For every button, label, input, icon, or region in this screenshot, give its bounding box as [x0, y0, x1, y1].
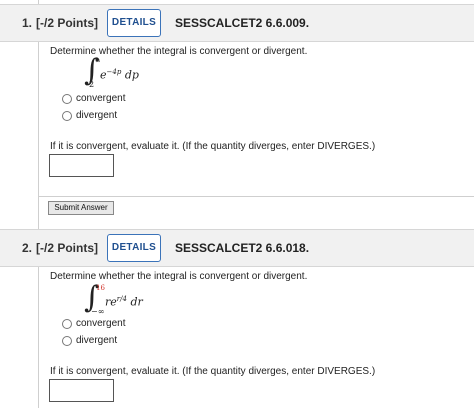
question-2-points: [-/2 Points] [36, 241, 98, 255]
integrand-exponent: −4p [106, 68, 122, 76]
page-left-border [38, 0, 39, 408]
submit-answer-button[interactable]: Submit Answer [48, 201, 114, 215]
lower-limit: 2 [89, 80, 95, 89]
question-1-header: 1. [-/2 Points] DETAILS SESSCALCET2 6.6.… [0, 4, 474, 42]
question-1-points: [-/2 Points] [36, 16, 98, 30]
radio-button[interactable] [62, 319, 72, 329]
integrand-base: re [105, 295, 117, 309]
upper-limit: ∞ [95, 57, 101, 65]
section-divider [38, 196, 474, 197]
option-label: convergent [76, 93, 126, 104]
question-2-answer-input[interactable] [49, 379, 114, 402]
question-2-integral: ∫ 16 −∞ rer/4 dr [84, 283, 174, 319]
lower-limit: −∞ [91, 307, 105, 316]
radio-button[interactable] [62, 336, 72, 346]
question-2-evaluate-text: If it is convergent, evaluate it. (If th… [50, 366, 376, 377]
integrand: e−4p dp [100, 68, 139, 82]
radio-button[interactable] [62, 111, 72, 121]
question-1-details-button[interactable]: DETAILS [107, 9, 161, 37]
integrand-exponent: r/4 [116, 295, 127, 303]
question-1-evaluate-text: If it is convergent, evaluate it. (If th… [50, 141, 376, 152]
question-1-answer-input[interactable] [49, 154, 114, 177]
integrand-differential: dr [130, 295, 143, 309]
question-1-integral: ∫ ∞ 2 e−4p dp [84, 56, 174, 92]
integrand-differential: dp [124, 68, 139, 82]
option-label: divergent [76, 110, 118, 121]
question-1-number: 1. [22, 16, 33, 30]
question-2-header: 2. [-/2 Points] DETAILS SESSCALCET2 6.6.… [0, 229, 474, 267]
option-label: divergent [76, 335, 118, 346]
question-1-code: SESSCALCET2 6.6.009. [175, 16, 310, 30]
upper-limit: 16 [96, 284, 105, 292]
question-2-number: 2. [22, 241, 33, 255]
question-2-code: SESSCALCET2 6.6.018. [175, 241, 310, 255]
option-label: convergent [76, 318, 126, 329]
radio-button[interactable] [62, 94, 72, 104]
question-2-details-button[interactable]: DETAILS [107, 234, 161, 262]
integrand: rer/4 dr [105, 295, 143, 309]
